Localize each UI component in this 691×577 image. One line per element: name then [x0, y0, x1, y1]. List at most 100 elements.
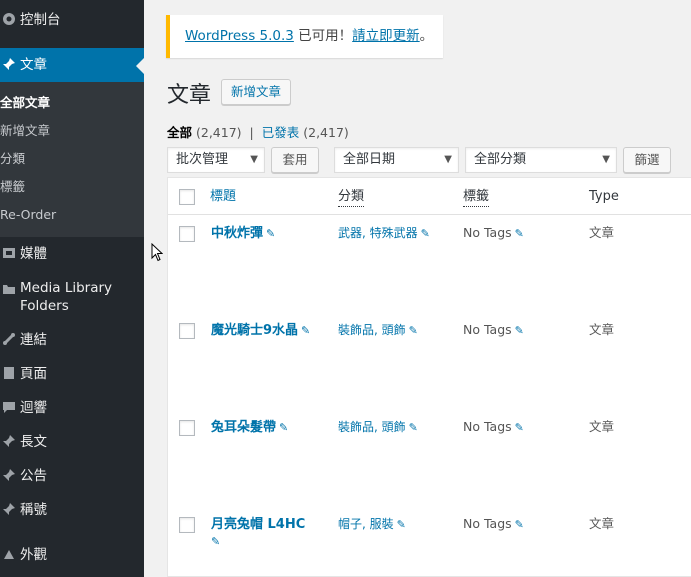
date-filter-value: 全部日期 — [343, 152, 396, 167]
post-categories-cell: 帽子, 服裝 ✎ — [338, 515, 406, 534]
bulk-action-value: 批次管理 — [176, 152, 229, 167]
row-checkbox[interactable] — [179, 323, 195, 339]
comment-icon — [3, 402, 15, 413]
dashboard-icon — [3, 13, 15, 25]
tags-value: No Tags — [463, 322, 512, 337]
pencil-icon[interactable]: ✎ — [515, 324, 524, 337]
view-published-count: (2,417) — [303, 125, 349, 140]
pencil-icon[interactable]: ✎ — [409, 421, 418, 434]
row-checkbox[interactable] — [179, 420, 195, 436]
mouse-cursor-icon — [151, 243, 163, 262]
wordpress-version-link[interactable]: WordPress 5.0.3 — [185, 28, 294, 44]
table-header: 標題 分類 標籤 Type — [168, 178, 691, 215]
apply-button[interactable]: 套用 — [271, 147, 319, 173]
pencil-icon[interactable]: ✎ — [515, 518, 524, 531]
post-title-link[interactable]: 月亮兔帽 L4HC — [211, 517, 305, 532]
submenu-add-post[interactable]: 新增文章 — [0, 123, 50, 139]
update-notice: WordPress 5.0.3 已可用！請立即更新。 — [166, 15, 443, 58]
menu-links[interactable]: 連結 — [0, 330, 144, 350]
admin-sidebar: 控制台 文章 全部文章 新增文章 分類 標籤 Re-Order 媒體 Media… — [0, 0, 144, 577]
post-type-cell: 文章 — [589, 225, 615, 240]
post-type-cell: 文章 — [589, 419, 615, 434]
category-link[interactable]: 武器, 特殊武器 — [338, 226, 418, 240]
chevron-down-icon: ▼ — [444, 154, 452, 165]
appearance-icon — [4, 550, 14, 559]
pencil-icon[interactable]: ✎ — [515, 421, 524, 434]
notice-text: 已可用！ — [298, 28, 353, 44]
folder-icon — [3, 285, 15, 294]
pencil-icon[interactable]: ✎ — [279, 421, 288, 434]
column-categories: 分類 — [338, 188, 365, 207]
submenu-all-posts[interactable]: 全部文章 — [0, 95, 50, 111]
post-categories-cell: 裝飾品, 頭飾 ✎ — [338, 418, 418, 437]
submenu-reorder[interactable]: Re-Order — [0, 207, 56, 223]
post-title-cell: 月亮兔帽 L4HC — [211, 515, 305, 534]
post-title-link[interactable]: 兔耳朵髮帶 — [211, 420, 276, 435]
menu-posts[interactable]: 文章 — [0, 48, 144, 82]
post-type-cell: 文章 — [589, 516, 615, 531]
submenu-tags[interactable]: 標籤 — [0, 179, 25, 195]
menu-media[interactable]: 媒體 — [0, 244, 144, 264]
pencil-icon[interactable]: ✎ — [211, 535, 220, 548]
menu-titles[interactable]: 稱號 — [0, 500, 144, 520]
row-checkbox[interactable] — [179, 517, 195, 533]
date-filter-select[interactable]: 全部日期 ▼ — [334, 147, 459, 173]
menu-media-library-folders[interactable]: Media Library Folders — [0, 278, 144, 316]
view-published[interactable]: 已發表 — [262, 125, 300, 140]
category-link[interactable]: 裝飾品, 頭飾 — [338, 420, 406, 434]
update-now-link[interactable]: 請立即更新 — [352, 28, 420, 44]
notice-end: 。 — [419, 28, 434, 44]
post-categories-cell: 裝飾品, 頭飾 ✎ — [338, 321, 418, 340]
menu-dashboard[interactable]: 控制台 — [0, 10, 144, 30]
view-all[interactable]: 全部 — [167, 125, 192, 140]
page-title: 文章 — [167, 83, 212, 108]
page-icon — [4, 367, 14, 379]
post-tags-cell: No Tags ✎ — [463, 224, 524, 243]
active-arrow — [136, 58, 144, 74]
tags-value: No Tags — [463, 419, 512, 434]
bulk-action-select[interactable]: 批次管理 ▼ — [167, 147, 265, 173]
pencil-icon[interactable]: ✎ — [397, 518, 406, 531]
view-separator: | — [249, 125, 254, 140]
filter-button[interactable]: 篩選 — [623, 147, 671, 173]
wp-admin-screen: 控制台 文章 全部文章 新增文章 分類 標籤 Re-Order 媒體 Media… — [0, 0, 691, 577]
menu-pages[interactable]: 頁面 — [0, 364, 144, 384]
posts-table: 標題 分類 標籤 Type 中秋炸彈 ✎ 武器, 特殊武器 ✎ No Tags ✎ 文… — [167, 177, 691, 577]
pin-icon — [3, 503, 15, 515]
category-link[interactable]: 裝飾品, 頭飾 — [338, 323, 406, 337]
menu-long-posts[interactable]: 長文 — [0, 432, 144, 452]
column-type: Type — [589, 189, 619, 204]
link-icon — [3, 333, 15, 345]
pencil-icon[interactable]: ✎ — [421, 227, 430, 240]
menu-announcements[interactable]: 公告 — [0, 466, 144, 486]
view-all-count: (2,417) — [196, 125, 242, 140]
post-title-cell: 兔耳朵髮帶 ✎ — [211, 418, 288, 437]
pencil-icon[interactable]: ✎ — [409, 324, 418, 337]
posts-submenu: 全部文章 新增文章 分類 標籤 Re-Order — [0, 82, 144, 237]
post-tags-cell: No Tags ✎ — [463, 321, 524, 340]
chevron-down-icon: ▼ — [250, 154, 258, 165]
pencil-icon[interactable]: ✎ — [515, 227, 524, 240]
category-filter-select[interactable]: 全部分類 ▼ — [465, 147, 617, 173]
add-new-post-button[interactable]: 新增文章 — [221, 79, 291, 105]
menu-comments[interactable]: 迴響 — [0, 398, 144, 418]
post-title-cell: 魔光騎士9水晶 ✎ — [211, 321, 310, 340]
post-status-views: 全部 (2,417) | 已發表 (2,417) — [167, 122, 349, 141]
tags-value: No Tags — [463, 225, 512, 240]
post-title-cell: 中秋炸彈 ✎ — [211, 224, 275, 243]
column-title[interactable]: 標題 — [210, 188, 236, 206]
pencil-icon[interactable]: ✎ — [301, 324, 310, 337]
category-link[interactable]: 帽子, 服裝 — [338, 517, 394, 531]
post-tags-cell: No Tags ✎ — [463, 515, 524, 534]
post-type-cell: 文章 — [589, 322, 615, 337]
submenu-categories[interactable]: 分類 — [0, 151, 25, 167]
post-title-link[interactable]: 魔光騎士9水晶 — [211, 323, 298, 338]
select-all-checkbox[interactable] — [179, 189, 195, 205]
row-checkbox[interactable] — [179, 226, 195, 242]
post-title-link[interactable]: 中秋炸彈 — [211, 226, 263, 241]
pencil-icon[interactable]: ✎ — [266, 227, 275, 240]
pin-icon — [3, 58, 15, 70]
media-icon — [3, 248, 15, 258]
column-tags: 標籤 — [463, 188, 490, 207]
menu-appearance[interactable]: 外觀 — [0, 545, 144, 565]
